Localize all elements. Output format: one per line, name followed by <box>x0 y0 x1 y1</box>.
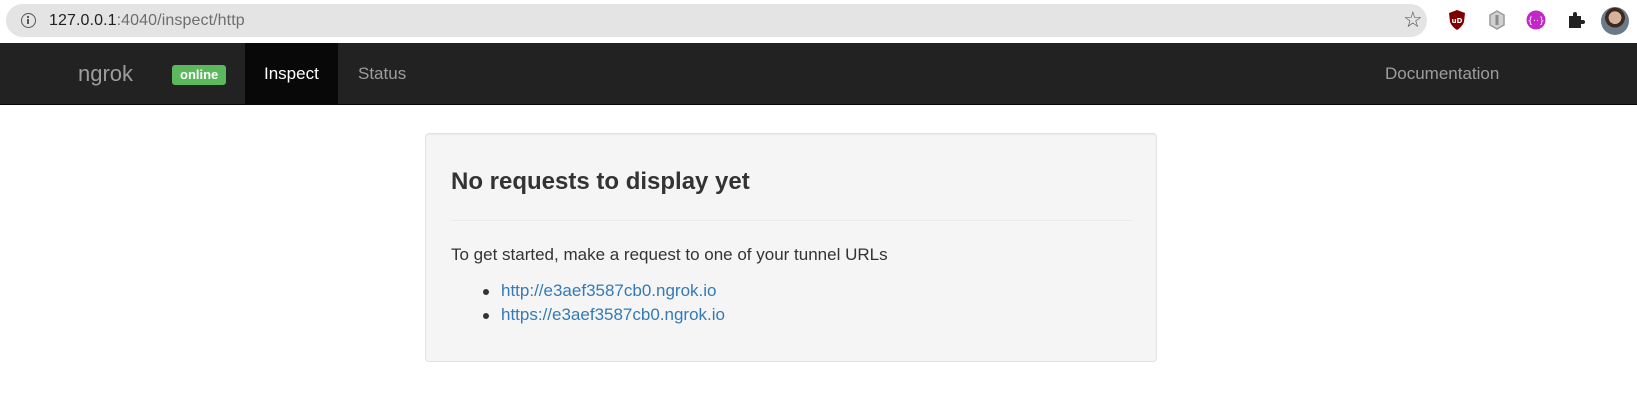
profile-avatar[interactable] <box>1601 7 1629 35</box>
address-bar[interactable]: 127.0.0.1:4040/inspect/http ☆ <box>6 4 1427 37</box>
brand-logo[interactable]: ngrok <box>78 62 133 86</box>
tunnel-link-https[interactable]: https://e3aef3587cb0.ngrok.io <box>501 305 725 324</box>
info-icon[interactable] <box>21 13 36 28</box>
nav-status[interactable]: Status <box>339 43 425 105</box>
star-icon[interactable]: ☆ <box>1403 9 1423 31</box>
tunnel-link-http[interactable]: http://e3aef3587cb0.ngrok.io <box>501 281 717 300</box>
puzzle-extensions-icon[interactable] <box>1565 9 1587 31</box>
intro-text: To get started, make a request to one of… <box>451 245 888 264</box>
shield-extension-icon[interactable] <box>1486 9 1508 31</box>
url-text[interactable]: 127.0.0.1:4040/inspect/http <box>49 12 245 30</box>
svg-text:uD: uD <box>1452 17 1463 25</box>
list-item: http://e3aef3587cb0.ngrok.io <box>451 279 725 303</box>
status-badge: online <box>172 65 227 85</box>
panel-title: No requests to display yet <box>451 168 750 195</box>
divider <box>451 220 1132 221</box>
list-item: https://e3aef3587cb0.ngrok.io <box>451 303 725 327</box>
top-navbar: ngrok online Inspect Status Documentatio… <box>0 43 1637 105</box>
svg-text:{··}: {··} <box>1527 17 1544 27</box>
url-host: 127.0.0.1 <box>49 12 117 29</box>
empty-requests-panel: No requests to display yet To get starte… <box>425 133 1157 362</box>
tunnel-url-list: http://e3aef3587cb0.ngrok.io https://e3a… <box>451 279 725 327</box>
browser-toolbar: 127.0.0.1:4040/inspect/http ☆ uD {··} <box>0 0 1637 42</box>
nav-documentation[interactable]: Documentation <box>1366 43 1518 105</box>
url-path: :4040/inspect/http <box>116 12 245 29</box>
purple-extension-icon[interactable]: {··} <box>1525 9 1547 31</box>
nav-inspect[interactable]: Inspect <box>245 43 338 105</box>
ublock-icon[interactable]: uD <box>1446 9 1468 31</box>
